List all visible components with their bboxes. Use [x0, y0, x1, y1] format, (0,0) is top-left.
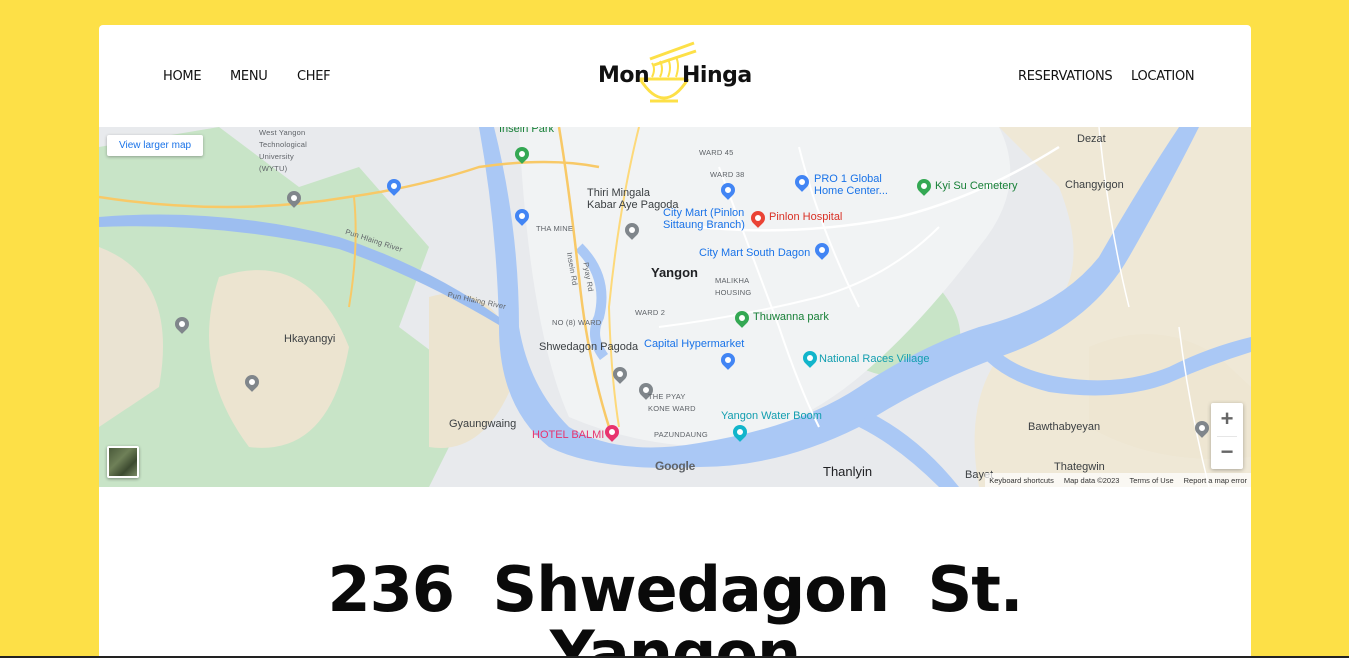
map-label-insein-park: Insein Park — [499, 127, 555, 135]
report-error-link[interactable]: Report a map error — [1184, 476, 1247, 485]
zoom-out-button[interactable]: − — [1211, 436, 1243, 469]
map-label-city-mart-south: City Mart South Dagon — [699, 247, 811, 259]
zoom-control: + − — [1211, 403, 1243, 469]
location-map[interactable]: View larger map West Yangon Technologica… — [99, 127, 1251, 487]
map-footer: Keyboard shortcuts Map data ©2023 Terms … — [985, 473, 1251, 487]
map-label-ward38: WARD 38 — [710, 170, 745, 179]
map-label-bawthabyeyan: Bawthabyeyan — [1028, 421, 1101, 433]
nav-chef[interactable]: CHEF — [297, 69, 331, 84]
map-label-kyi-su: Kyi Su Cemetery — [935, 180, 1018, 192]
map-label-ward2: WARD 2 — [635, 308, 666, 317]
map-label-changyigon: Changyigon — [1065, 179, 1124, 191]
page-card: HOME MENU CHEF Mon Hinga RESERVATIONS LO… — [99, 25, 1251, 658]
terms-link[interactable]: Terms of Use — [1129, 476, 1173, 485]
map-label-national-races: National Races Village — [819, 353, 930, 365]
map-label-thategwin: Thategwin — [1054, 461, 1105, 473]
brand-logo[interactable]: Mon Hinga — [596, 39, 756, 109]
map-label-thanlyin: Thanlyin — [823, 464, 873, 479]
satellite-toggle[interactable] — [107, 446, 139, 478]
map-label-capital: Capital Hypermarket — [644, 338, 745, 350]
view-larger-map-link[interactable]: View larger map — [107, 135, 204, 156]
address-line-1: 236 Shwedagon St. — [327, 553, 1024, 626]
zoom-in-button[interactable]: + — [1211, 403, 1243, 436]
map-label-gyaungwaing: Gyaungwaing — [449, 418, 517, 430]
map-label-malikha: MALIKHA HOUSING — [715, 276, 752, 297]
google-logo[interactable]: Google — [655, 459, 695, 473]
map-label-dezat: Dezat — [1077, 133, 1106, 145]
map-label-pinlon-hospital: Pinlon Hospital — [769, 211, 843, 223]
map-label-no8ward: NO (8) WARD — [552, 318, 602, 327]
keyboard-shortcuts-link[interactable]: Keyboard shortcuts — [989, 476, 1054, 485]
map-label-shwedagon: Shwedagon Pagoda — [539, 341, 639, 353]
map-label-hkayangyi: Hkayangyi — [284, 333, 336, 345]
map-label-yangon-water: Yangon Water Boom — [721, 410, 822, 422]
top-navigation: HOME MENU CHEF Mon Hinga RESERVATIONS LO… — [99, 25, 1251, 127]
map-label-hotel-balmi: HOTEL BALMI — [532, 429, 605, 441]
map-label-wytu: West Yangon Technological University (WY… — [259, 128, 308, 173]
zoom-divider — [1217, 436, 1237, 437]
map-label-yangon: Yangon — [651, 265, 698, 280]
map-label-thuwanna: Thuwanna park — [753, 311, 829, 323]
map-label-the-pyay: THE PYAY KONE WARD — [648, 392, 696, 413]
map-label-pazundaung: PAZUNDAUNG — [654, 430, 708, 439]
logo-word-mon: Mon — [598, 63, 650, 88]
map-label-tha-mine: THA MINE — [536, 224, 574, 233]
map-label-pro1: PRO 1 Global Home Center... — [814, 173, 888, 197]
nav-home[interactable]: HOME — [163, 69, 202, 84]
nav-menu[interactable]: MENU — [230, 69, 268, 84]
map-label-ward45: WARD 45 — [699, 148, 734, 157]
map-data-text: Map data ©2023 — [1063, 475, 1120, 485]
map-label-city-mart-pinlon: City Mart (Pinlon Sittaung Branch) — [663, 207, 745, 231]
nav-location[interactable]: LOCATION — [1131, 69, 1195, 84]
logo-word-hinga: Hinga — [682, 63, 752, 88]
nav-reservations[interactable]: RESERVATIONS — [1018, 69, 1113, 84]
address-line-2: Yangon — [549, 617, 801, 658]
